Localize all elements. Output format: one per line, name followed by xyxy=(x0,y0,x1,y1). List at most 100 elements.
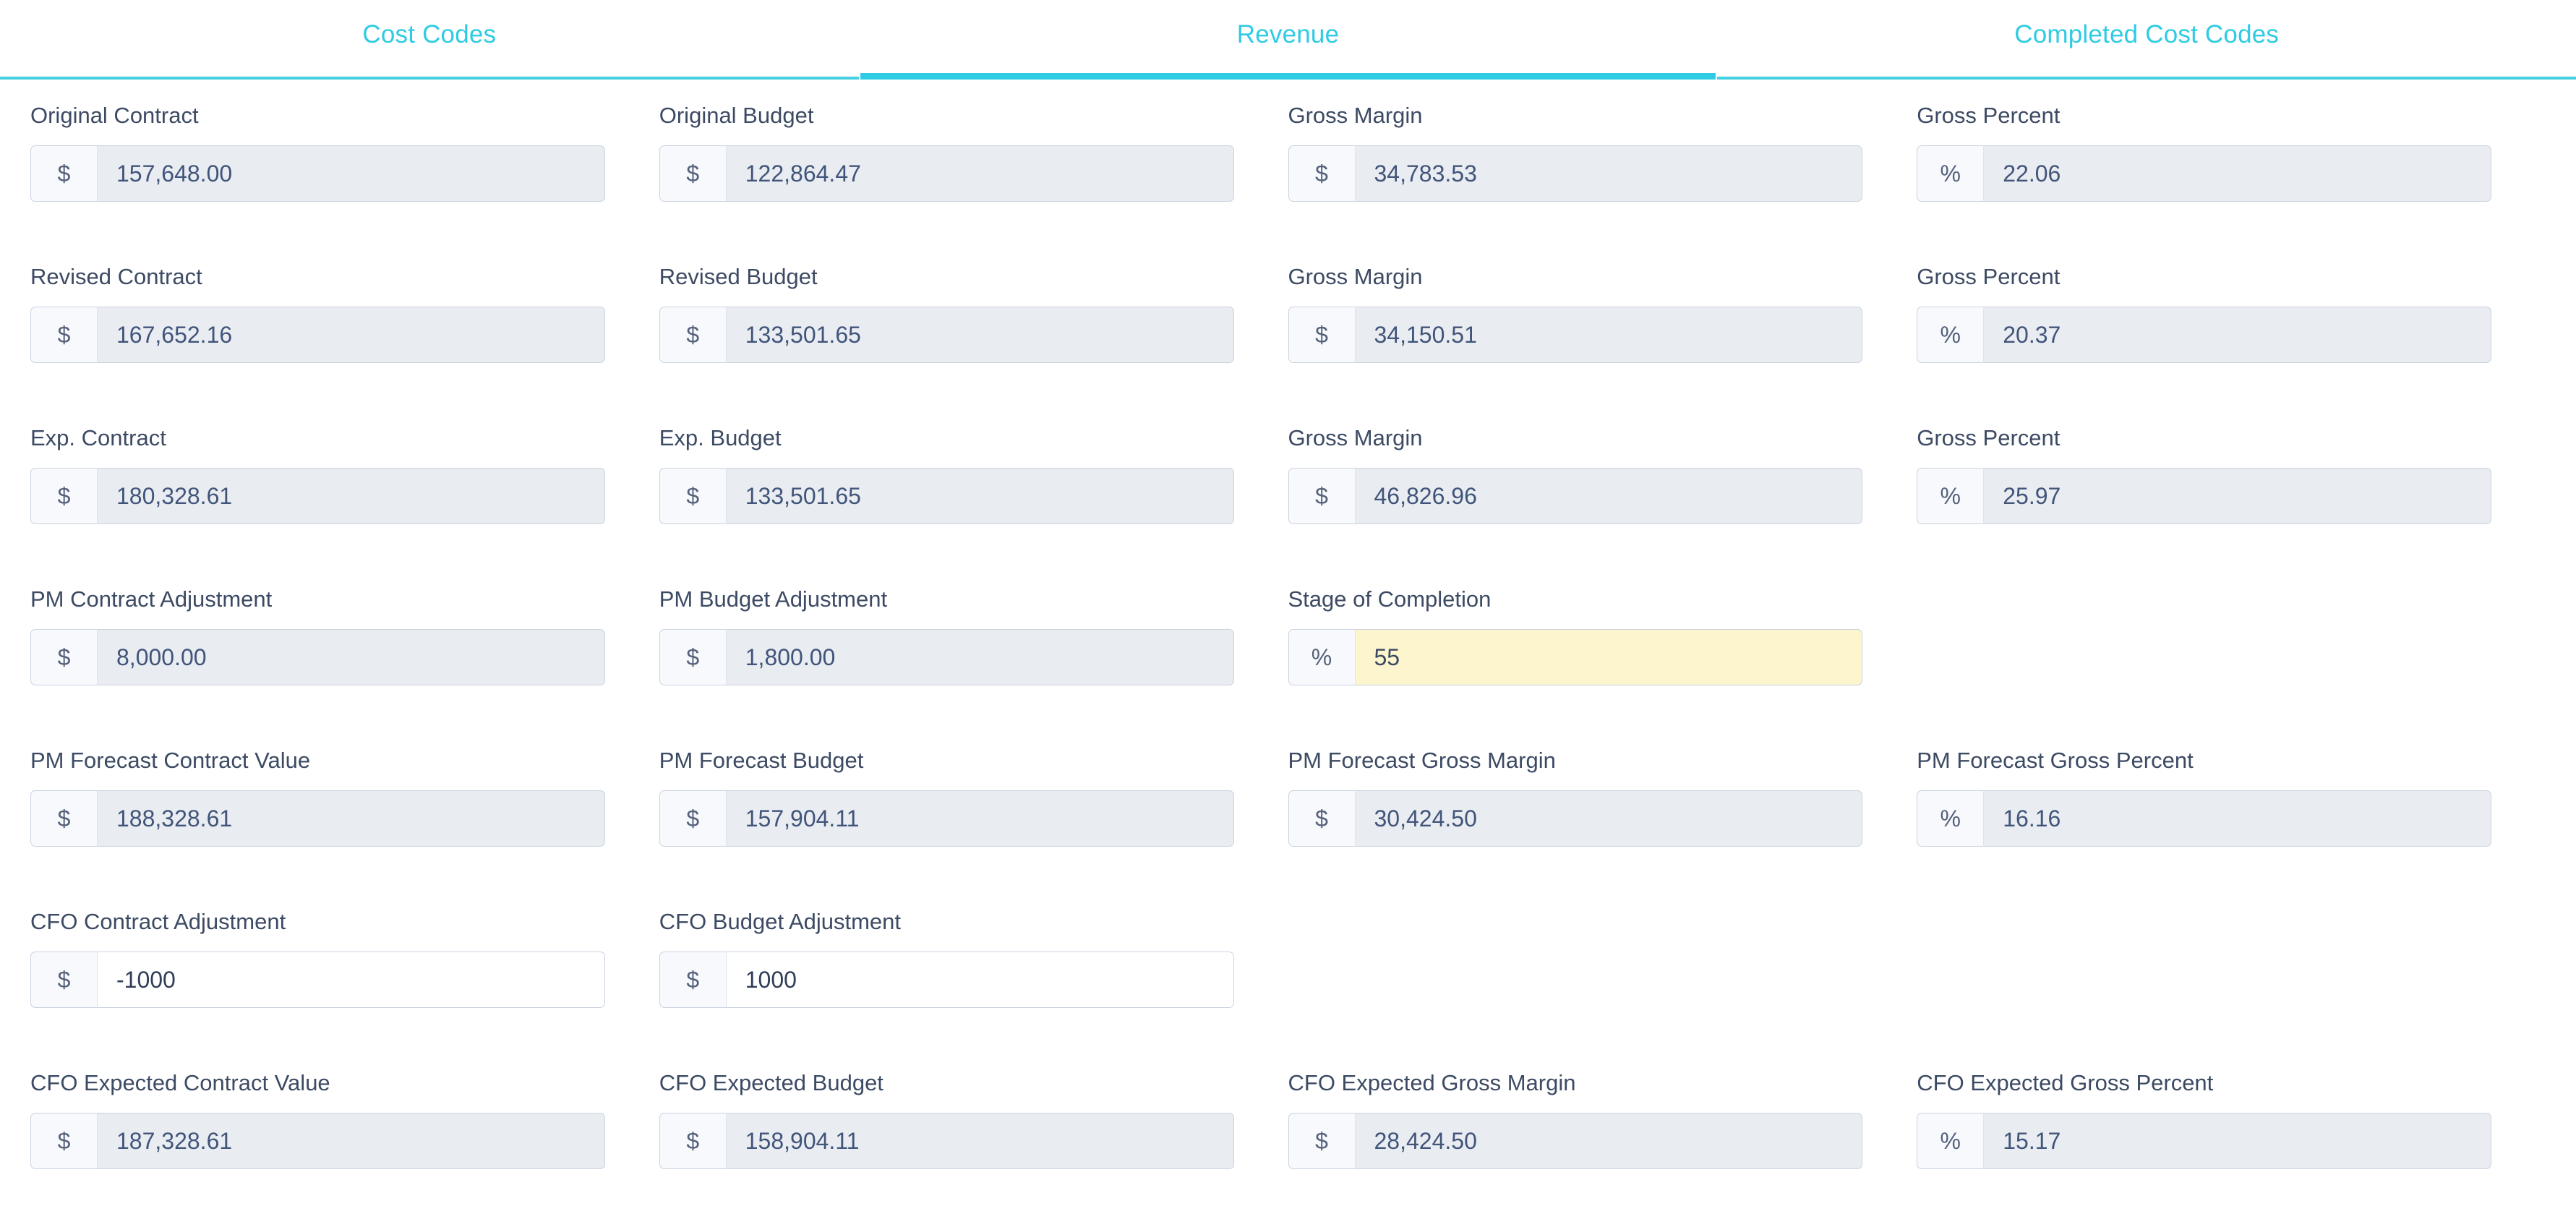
input-cfo-expected-budget xyxy=(725,1113,1234,1169)
dollar-icon: $ xyxy=(30,307,97,363)
field-cfo-expected-gross-margin: CFO Expected Gross Margin $ xyxy=(1288,1047,1917,1208)
tab-completed-cost-codes[interactable]: Completed Cost Codes xyxy=(1717,0,2576,80)
input-original-budget xyxy=(725,145,1234,202)
field-gross-margin: Gross Margin $ xyxy=(1288,402,1917,563)
field-gross-margin: Gross Margin $ xyxy=(1288,241,1917,402)
tab-label: Completed Cost Codes xyxy=(2014,20,2280,48)
dollar-icon: $ xyxy=(1288,790,1355,847)
percent-icon: % xyxy=(1917,145,1984,202)
dollar-icon: $ xyxy=(1288,145,1355,202)
form-row: Exp. Contract$Exp. Budget$Gross Margin$G… xyxy=(30,402,2546,563)
form-row: PM Forecast Contract Value$PM Forecast B… xyxy=(30,724,2546,886)
field-label: Exp. Budget xyxy=(659,425,782,450)
field-pm-forecast-contract-value: PM Forecast Contract Value $ xyxy=(30,724,659,886)
percent-icon: % xyxy=(1288,629,1355,685)
input-group: % xyxy=(1917,1113,2491,1169)
form-row: CFO Expected Contract Value$ CFO Expected… xyxy=(30,1047,2546,1208)
field-label: Gross Percent xyxy=(1917,425,2061,450)
percent-icon: % xyxy=(1917,307,1984,363)
field-cfo-contract-adjustment: CFO Contract Adjustment $ xyxy=(30,886,659,1047)
input-group: $ xyxy=(30,145,605,202)
form-row: PM Contract Adjustment $ PM Budget Adjustm… xyxy=(30,563,2546,724)
form-row: Original Contract$Original Budget$Gross … xyxy=(30,80,2546,241)
input-group: $ xyxy=(30,790,605,847)
input-cfo-budget-adjustment[interactable] xyxy=(725,952,1234,1008)
input-group: $ xyxy=(659,307,1234,363)
field-label: CFO Contract Adjustment xyxy=(30,909,286,934)
field-label: Gross Margin xyxy=(1288,425,1423,450)
dollar-icon: $ xyxy=(659,790,726,847)
input-cfo-expected-gross-percent xyxy=(1983,1113,2491,1169)
field-pm-forecast-gross-margin: PM Forecast Gross Margin $ xyxy=(1288,724,1917,886)
input-gross-margin xyxy=(1354,468,1863,524)
field-gross-percent: Gross Percent% xyxy=(1917,80,2546,241)
input-group: $ xyxy=(659,468,1234,524)
field-label: CFO Expected Gross Margin xyxy=(1288,1070,1576,1095)
dollar-icon: $ xyxy=(659,629,726,685)
dollar-icon: $ xyxy=(30,1113,97,1169)
dollar-icon: $ xyxy=(30,629,97,685)
field-label: PM Forecast Gross Percent xyxy=(1917,748,2194,773)
input-group: $ xyxy=(30,1113,605,1169)
tab-revenue[interactable]: Revenue xyxy=(859,0,1718,80)
field-label: Gross Percent xyxy=(1917,103,2061,128)
field-pm-forecast-budget: PM Forecast Budget $ xyxy=(659,724,1288,886)
field-revised-contract: Revised Contract $ xyxy=(30,241,659,402)
input-gross-percent xyxy=(1983,468,2491,524)
dollar-icon: $ xyxy=(30,145,97,202)
input-pm-budget-adjustment xyxy=(725,629,1234,685)
field-cfo-budget-adjustment: CFO Budget Adjustment $ xyxy=(659,886,1288,1047)
tab-cost-codes[interactable]: Cost Codes xyxy=(0,0,859,80)
field-original-budget: Original Budget $ xyxy=(659,80,1288,241)
field-label: CFO Expected Gross Percent xyxy=(1917,1070,2214,1095)
dollar-icon: $ xyxy=(1288,307,1355,363)
field-gross-percent: Gross Percent% xyxy=(1917,402,2546,563)
form-row: Revised Contract$Revised Budget$Gross Ma… xyxy=(30,241,2546,402)
field-stage-of-completion: Stage of Completion% xyxy=(1288,563,1917,724)
tab-label: Cost Codes xyxy=(362,20,497,48)
field-cell-empty xyxy=(1288,886,1917,1047)
field-label: Original Contract xyxy=(30,103,199,128)
field-label: PM Contract Adjustment xyxy=(30,586,273,612)
input-group: $ xyxy=(30,468,605,524)
input-pm-forecast-contract-value xyxy=(97,790,605,847)
field-label: Original Budget xyxy=(659,103,814,128)
input-cfo-contract-adjustment[interactable] xyxy=(97,952,605,1008)
tab-bar: Cost Codes Revenue Completed Cost Codes xyxy=(0,0,2576,80)
field-pm-contract-adjustment: PM Contract Adjustment $ xyxy=(30,563,659,724)
input-exp-budget xyxy=(725,468,1234,524)
dollar-icon: $ xyxy=(659,468,726,524)
input-group: % xyxy=(1288,629,1863,685)
input-group: $ xyxy=(659,145,1234,202)
input-gross-margin xyxy=(1354,307,1863,363)
input-group: $ xyxy=(30,629,605,685)
dollar-icon: $ xyxy=(659,145,726,202)
field-label: Gross Margin xyxy=(1288,264,1423,289)
input-pm-forecast-gross-margin xyxy=(1354,790,1863,847)
input-group: $ xyxy=(659,1113,1234,1169)
field-label: PM Budget Adjustment xyxy=(659,586,888,612)
field-cfo-expected-contract-value: CFO Expected Contract Value $ xyxy=(30,1047,659,1208)
field-label: PM Forecast Gross Margin xyxy=(1288,748,1556,773)
input-stage-of-completion[interactable] xyxy=(1354,629,1863,685)
field-revised-budget: Revised Budget $ xyxy=(659,241,1288,402)
input-group: $ xyxy=(659,952,1234,1008)
dollar-icon: $ xyxy=(30,952,97,1008)
field-gross-percent: Gross Percent% xyxy=(1917,241,2546,402)
input-group: $ xyxy=(30,307,605,363)
dollar-icon: $ xyxy=(30,790,97,847)
input-group: $ xyxy=(1288,1113,1863,1169)
field-gross-margin: Gross Margin $ xyxy=(1288,80,1917,241)
input-original-contract xyxy=(97,145,605,202)
form-row: CFO Contract Adjustment$CFO Budget Adjus… xyxy=(30,886,2546,1047)
dollar-icon: $ xyxy=(659,307,726,363)
field-label: Revised Budget xyxy=(659,264,818,289)
field-label: Gross Percent xyxy=(1917,264,2061,289)
field-label: PM Forecast Budget xyxy=(659,748,864,773)
field-exp-budget: Exp. Budget $ xyxy=(659,402,1288,563)
revenue-form: Original Contract$Original Budget$Gross … xyxy=(0,80,2576,1208)
dollar-icon: $ xyxy=(1288,1113,1355,1169)
input-cfo-expected-gross-margin xyxy=(1354,1113,1863,1169)
input-cfo-expected-contract-value xyxy=(97,1113,605,1169)
input-group: $ xyxy=(659,790,1234,847)
